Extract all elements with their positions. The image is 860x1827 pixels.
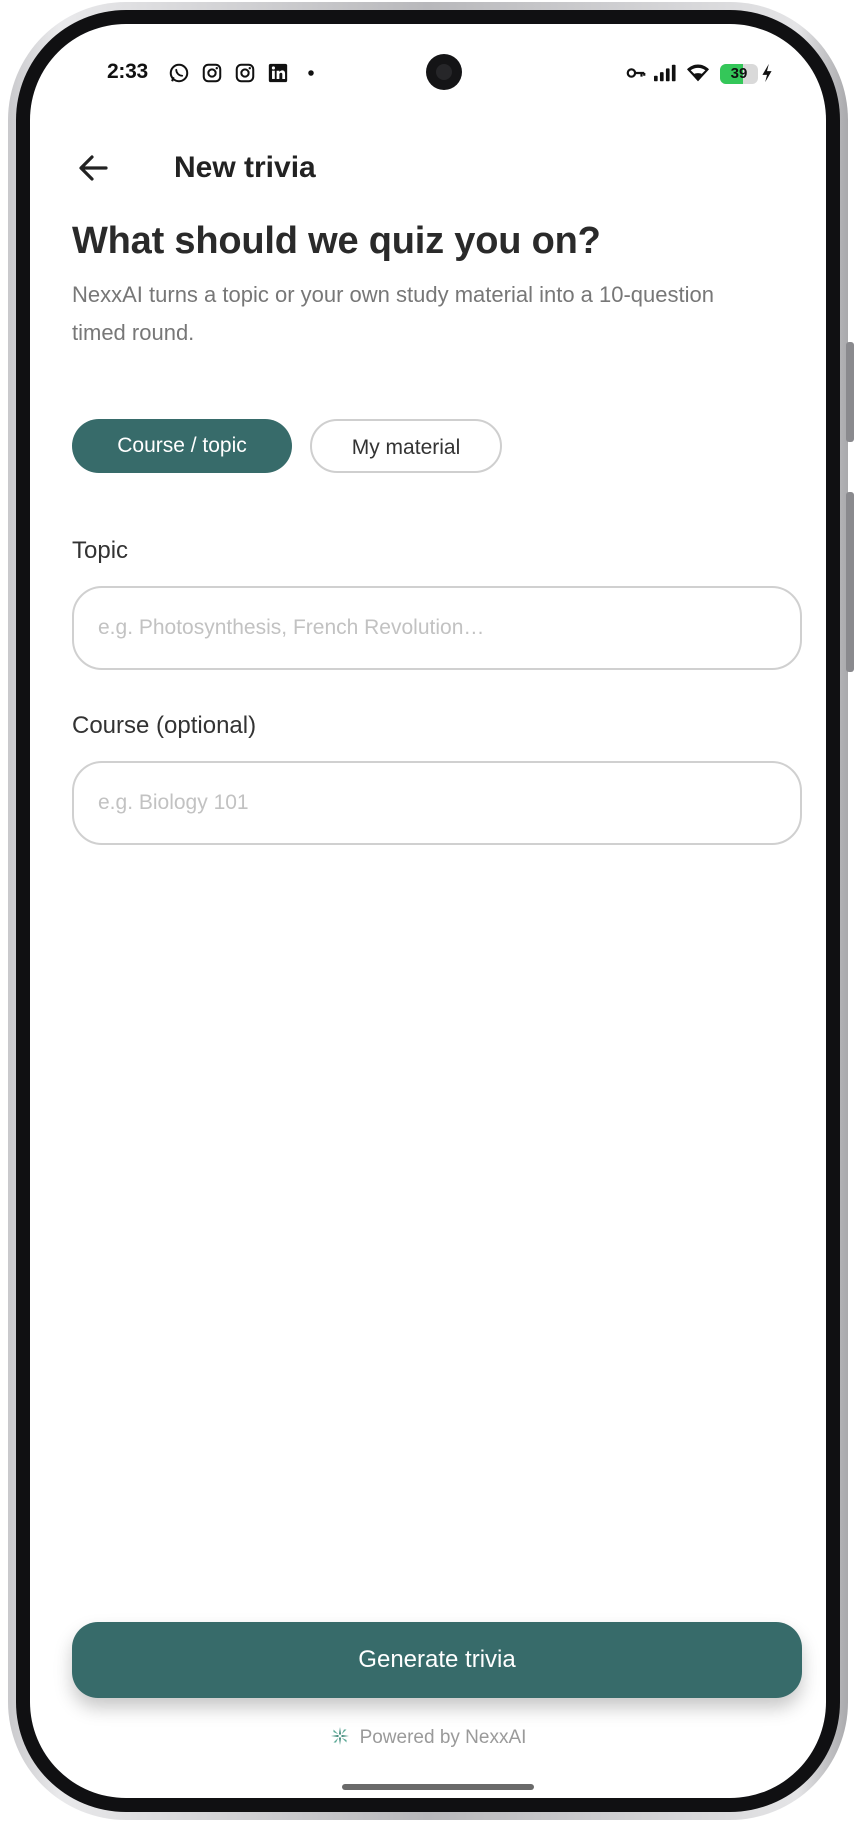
course-input[interactable] <box>72 761 802 845</box>
instagram-icon <box>202 63 222 83</box>
charging-bolt-icon <box>762 63 772 83</box>
generate-trivia-button[interactable]: Generate trivia <box>72 1622 802 1698</box>
power-button <box>846 492 854 672</box>
topic-label: Topic <box>72 537 129 564</box>
instagram-icon <box>235 63 255 83</box>
signal-icon <box>654 64 676 82</box>
wifi-icon <box>687 64 709 82</box>
powered-by-text: Powered by NexxAI <box>359 1727 527 1748</box>
headline: What should we quiz you on? <box>72 220 601 262</box>
linkedin-icon <box>268 63 288 83</box>
powered-by: Powered by NexxAI <box>30 1726 826 1749</box>
subtitle: NexxAI turns a topic or your own study m… <box>72 282 714 345</box>
volume-button <box>846 342 854 442</box>
phone-frame: 2:33 39 New trivia What should we quiz y… <box>8 2 854 1820</box>
sparkle-icon <box>330 1727 349 1745</box>
vpn-key-icon <box>626 68 646 78</box>
whatsapp-icon <box>169 63 189 83</box>
front-camera <box>426 54 462 90</box>
tab-course-topic[interactable]: Course / topic <box>72 419 292 473</box>
home-indicator[interactable] <box>342 1784 534 1790</box>
topic-input[interactable] <box>72 586 802 670</box>
status-time: 2:33 <box>107 60 148 83</box>
battery-icon: 39 <box>720 64 758 84</box>
phone-bezel: 2:33 39 New trivia What should we quiz y… <box>16 10 840 1812</box>
screen: 2:33 39 New trivia What should we quiz y… <box>30 24 826 1798</box>
course-label: Course (optional) <box>72 712 257 739</box>
status-bar: 2:33 39 <box>30 24 826 124</box>
page-title: New trivia <box>174 151 316 184</box>
battery-level: 39 <box>730 65 748 82</box>
tab-my-material[interactable]: My material <box>310 419 502 473</box>
dot-icon <box>308 70 314 76</box>
back-arrow-icon[interactable] <box>74 148 114 188</box>
